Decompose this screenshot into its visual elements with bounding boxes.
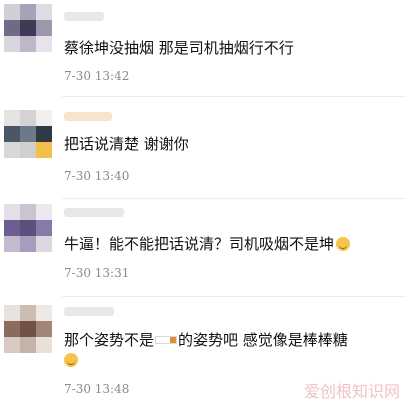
comment-text-line2 [64,350,400,370]
comment-text-part: 那个姿势不是 [64,331,155,349]
username-blurred [64,307,114,316]
comment-text: 那个姿势不是 的姿势吧 感觉像是棒棒糖 [64,330,400,350]
username-blurred [64,112,112,121]
avatar[interactable] [4,110,52,158]
watermark: 爱创根知识网 [303,382,400,401]
divider [62,96,406,97]
divider [62,198,406,199]
comment-time: 7-30 13:42 [64,69,130,83]
smile-emoji-icon [64,353,78,367]
avatar[interactable] [4,305,52,353]
avatar[interactable] [4,204,52,252]
comment-text: 蔡徐坤没抽烟 那是司机抽烟行不行 [64,39,294,57]
comment-text: 把话说清楚 谢谢你 [64,135,189,153]
comment-time: 7-30 13:40 [64,169,130,183]
username-blurred [64,12,104,21]
username-blurred [64,208,124,217]
comment-text-part: 的姿势吧 感觉像是棒棒糖 [178,331,348,349]
comment-text-content: 牛逼！能不能把话说清？司机吸烟不是坤 [64,235,335,253]
comment-time: 7-30 13:31 [64,266,130,280]
smile-emoji-icon [336,237,351,251]
cigarette-icon [155,336,178,344]
comment-time: 7-30 13:48 [64,382,130,396]
comment-text: 牛逼！能不能把话说清？司机吸烟不是坤 [64,234,400,254]
avatar[interactable] [4,4,52,52]
divider [62,296,406,297]
